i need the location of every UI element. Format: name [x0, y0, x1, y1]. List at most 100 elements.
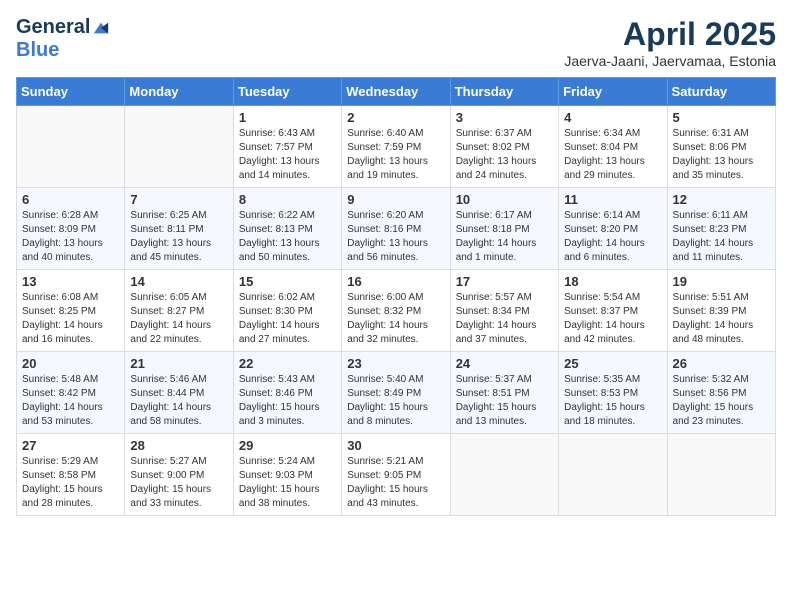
calendar-cell: 3 Sunrise: 6:37 AM Sunset: 8:02 PM Daylig… — [450, 106, 558, 188]
calendar-cell: 25Sunrise: 5:35 AM Sunset: 8:53 PM Dayli… — [559, 352, 667, 434]
day-number: 28 — [130, 438, 227, 453]
day-info: Sunrise: 5:46 AM Sunset: 8:44 PM Dayligh… — [130, 373, 227, 429]
day-info: Sunrise: 5:40 AM Sunset: 8:49 PM Dayligh… — [347, 373, 444, 429]
title-area: April 2025 Jaerva-Jaani, Jaervamaa, Esto… — [564, 16, 776, 69]
day-number: 23 — [347, 356, 444, 371]
page-header: General Blue April 2025 Jaerva-Jaani, Ja… — [16, 16, 776, 69]
day-number: 13 — [22, 274, 119, 289]
calendar-cell: 16Sunrise: 6:00 AM Sunset: 8:32 PM Dayli… — [342, 270, 450, 352]
day-info: Sunrise: 6:08 AM Sunset: 8:25 PM Dayligh… — [22, 291, 119, 347]
calendar-cell — [125, 106, 233, 188]
day-number: 10 — [456, 192, 553, 207]
weekday-header-monday: Monday — [125, 78, 233, 106]
day-number: 2 — [347, 110, 444, 125]
calendar-cell: 26 Sunrise: 5:32 AM Sunset: 8:56 PM Dayli… — [667, 352, 775, 434]
day-number: 9 — [347, 192, 444, 207]
calendar-week-1: 1 Sunrise: 6:43 AM Sunset: 7:57 PM Daylig… — [17, 106, 776, 188]
day-info: Sunrise: 5:24 AM Sunset: 9:03 PM Dayligh… — [239, 455, 336, 511]
calendar-cell: 1 Sunrise: 6:43 AM Sunset: 7:57 PM Daylig… — [233, 106, 341, 188]
day-number: 5 — [673, 110, 770, 125]
day-info: Sunrise: 5:57 AM Sunset: 8:34 PM Dayligh… — [456, 291, 553, 347]
calendar-cell: 24 Sunrise: 5:37 AM Sunset: 8:51 PM Dayli… — [450, 352, 558, 434]
calendar-cell: 5 Sunrise: 6:31 AM Sunset: 8:06 PM Daylig… — [667, 106, 775, 188]
calendar-cell — [17, 106, 125, 188]
day-info: Sunrise: 6:20 AM Sunset: 8:16 PM Dayligh… — [347, 209, 444, 265]
calendar-cell: 14 Sunrise: 6:05 AM Sunset: 8:27 PM Dayli… — [125, 270, 233, 352]
calendar-cell — [450, 434, 558, 516]
calendar-cell: 23 Sunrise: 5:40 AM Sunset: 8:49 PM Dayli… — [342, 352, 450, 434]
day-number: 4 — [564, 110, 661, 125]
calendar-cell: 13 Sunrise: 6:08 AM Sunset: 8:25 PM Dayli… — [17, 270, 125, 352]
day-number: 8 — [239, 192, 336, 207]
day-number: 22 — [239, 356, 336, 371]
day-info: Sunrise: 6:28 AM Sunset: 8:09 PM Dayligh… — [22, 209, 119, 265]
day-number: 29 — [239, 438, 336, 453]
calendar-cell: 12 Sunrise: 6:11 AM Sunset: 8:23 PM Dayli… — [667, 188, 775, 270]
day-info: Sunrise: 6:17 AM Sunset: 8:18 PM Dayligh… — [456, 209, 553, 265]
day-number: 7 — [130, 192, 227, 207]
calendar-cell: 28 Sunrise: 5:27 AM Sunset: 9:00 PM Dayli… — [125, 434, 233, 516]
calendar-cell: 21Sunrise: 5:46 AM Sunset: 8:44 PM Dayli… — [125, 352, 233, 434]
day-number: 11 — [564, 192, 661, 207]
day-info: Sunrise: 5:32 AM Sunset: 8:56 PM Dayligh… — [673, 373, 770, 429]
day-info: Sunrise: 6:34 AM Sunset: 8:04 PM Dayligh… — [564, 127, 661, 183]
weekday-header-friday: Friday — [559, 78, 667, 106]
weekday-header-saturday: Saturday — [667, 78, 775, 106]
logo-icon — [92, 19, 110, 37]
day-number: 6 — [22, 192, 119, 207]
day-number: 26 — [673, 356, 770, 371]
day-info: Sunrise: 5:48 AM Sunset: 8:42 PM Dayligh… — [22, 373, 119, 429]
calendar-week-3: 13 Sunrise: 6:08 AM Sunset: 8:25 PM Dayli… — [17, 270, 776, 352]
day-info: Sunrise: 5:27 AM Sunset: 9:00 PM Dayligh… — [130, 455, 227, 511]
calendar-cell: 15Sunrise: 6:02 AM Sunset: 8:30 PM Dayli… — [233, 270, 341, 352]
calendar-cell: 22Sunrise: 5:43 AM Sunset: 8:46 PM Dayli… — [233, 352, 341, 434]
day-info: Sunrise: 6:43 AM Sunset: 7:57 PM Dayligh… — [239, 127, 336, 183]
day-info: Sunrise: 5:37 AM Sunset: 8:51 PM Dayligh… — [456, 373, 553, 429]
calendar-week-2: 6 Sunrise: 6:28 AM Sunset: 8:09 PM Daylig… — [17, 188, 776, 270]
day-number: 3 — [456, 110, 553, 125]
calendar-cell: 9 Sunrise: 6:20 AM Sunset: 8:16 PM Daylig… — [342, 188, 450, 270]
logo-general-text: General — [16, 16, 90, 39]
calendar-cell: 29 Sunrise: 5:24 AM Sunset: 9:03 PM Dayli… — [233, 434, 341, 516]
calendar-cell — [559, 434, 667, 516]
weekday-header-wednesday: Wednesday — [342, 78, 450, 106]
day-info: Sunrise: 6:37 AM Sunset: 8:02 PM Dayligh… — [456, 127, 553, 183]
calendar-cell: 20 Sunrise: 5:48 AM Sunset: 8:42 PM Dayli… — [17, 352, 125, 434]
day-info: Sunrise: 5:29 AM Sunset: 8:58 PM Dayligh… — [22, 455, 119, 511]
day-number: 27 — [22, 438, 119, 453]
calendar-cell: 8Sunrise: 6:22 AM Sunset: 8:13 PM Daylig… — [233, 188, 341, 270]
day-info: Sunrise: 6:40 AM Sunset: 7:59 PM Dayligh… — [347, 127, 444, 183]
day-number: 30 — [347, 438, 444, 453]
day-info: Sunrise: 5:51 AM Sunset: 8:39 PM Dayligh… — [673, 291, 770, 347]
day-info: Sunrise: 6:05 AM Sunset: 8:27 PM Dayligh… — [130, 291, 227, 347]
calendar-cell: 19Sunrise: 5:51 AM Sunset: 8:39 PM Dayli… — [667, 270, 775, 352]
calendar-cell: 30 Sunrise: 5:21 AM Sunset: 9:05 PM Dayli… — [342, 434, 450, 516]
logo-blue-text: Blue — [16, 39, 59, 62]
calendar-cell: 7 Sunrise: 6:25 AM Sunset: 8:11 PM Daylig… — [125, 188, 233, 270]
day-number: 15 — [239, 274, 336, 289]
calendar-week-4: 20 Sunrise: 5:48 AM Sunset: 8:42 PM Dayli… — [17, 352, 776, 434]
day-number: 20 — [22, 356, 119, 371]
day-info: Sunrise: 6:31 AM Sunset: 8:06 PM Dayligh… — [673, 127, 770, 183]
calendar-cell: 2 Sunrise: 6:40 AM Sunset: 7:59 PM Daylig… — [342, 106, 450, 188]
day-number: 14 — [130, 274, 227, 289]
day-number: 16 — [347, 274, 444, 289]
day-info: Sunrise: 5:21 AM Sunset: 9:05 PM Dayligh… — [347, 455, 444, 511]
day-number: 12 — [673, 192, 770, 207]
day-number: 17 — [456, 274, 553, 289]
weekday-header-tuesday: Tuesday — [233, 78, 341, 106]
day-info: Sunrise: 6:14 AM Sunset: 8:20 PM Dayligh… — [564, 209, 661, 265]
calendar-cell — [667, 434, 775, 516]
location-title: Jaerva-Jaani, Jaervamaa, Estonia — [564, 53, 776, 69]
day-number: 1 — [239, 110, 336, 125]
weekday-header-thursday: Thursday — [450, 78, 558, 106]
calendar-week-5: 27 Sunrise: 5:29 AM Sunset: 8:58 PM Dayli… — [17, 434, 776, 516]
calendar-cell: 27 Sunrise: 5:29 AM Sunset: 8:58 PM Dayli… — [17, 434, 125, 516]
day-number: 24 — [456, 356, 553, 371]
day-info: Sunrise: 6:25 AM Sunset: 8:11 PM Dayligh… — [130, 209, 227, 265]
calendar-table: SundayMondayTuesdayWednesdayThursdayFrid… — [16, 77, 776, 516]
month-title: April 2025 — [564, 16, 776, 53]
day-number: 25 — [564, 356, 661, 371]
calendar-cell: 17 Sunrise: 5:57 AM Sunset: 8:34 PM Dayli… — [450, 270, 558, 352]
day-info: Sunrise: 6:11 AM Sunset: 8:23 PM Dayligh… — [673, 209, 770, 265]
